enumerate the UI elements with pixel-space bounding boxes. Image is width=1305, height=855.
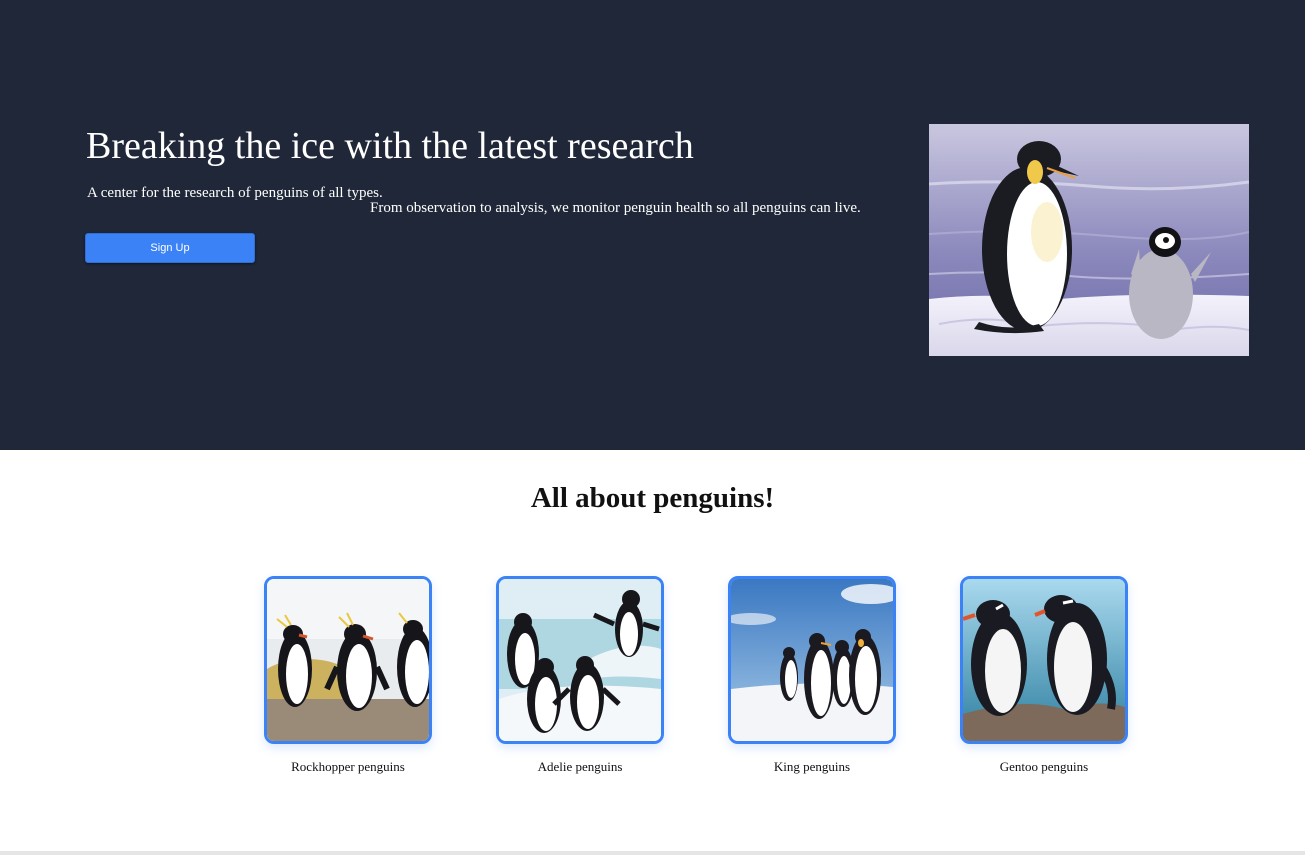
hero-description: From observation to analysis, we monitor… bbox=[370, 200, 861, 216]
penguin-card-adelie[interactable]: Adelie penguins bbox=[496, 576, 664, 775]
section-title: All about penguins! bbox=[530, 482, 775, 514]
penguin-card-rockhopper[interactable]: Rockhopper penguins bbox=[264, 576, 432, 775]
sign-up-button[interactable]: Sign Up bbox=[85, 233, 255, 263]
page-bottom-divider bbox=[0, 851, 1305, 855]
adelie-penguins-image bbox=[499, 579, 661, 741]
hero-section: Breaking the ice with the latest researc… bbox=[0, 0, 1305, 450]
card-label[interactable]: Gentoo penguins bbox=[960, 744, 1128, 775]
rockhopper-penguins-image bbox=[267, 579, 429, 741]
card-label[interactable]: Rockhopper penguins bbox=[264, 744, 432, 775]
hero-title: Breaking the ice with the latest researc… bbox=[86, 125, 694, 167]
hero-penguin-image bbox=[929, 124, 1249, 356]
penguin-card-king[interactable]: King penguins bbox=[728, 576, 896, 775]
gentoo-penguins-image bbox=[963, 579, 1125, 741]
card-image-frame[interactable] bbox=[496, 576, 664, 744]
card-label[interactable]: Adelie penguins bbox=[496, 744, 664, 775]
king-penguins-image bbox=[731, 579, 893, 741]
penguin-card-gentoo[interactable]: Gentoo penguins bbox=[960, 576, 1128, 775]
card-label[interactable]: King penguins bbox=[728, 744, 896, 775]
card-image-frame[interactable] bbox=[264, 576, 432, 744]
card-image-frame[interactable] bbox=[728, 576, 896, 744]
hero-subtitle: A center for the research of penguins of… bbox=[87, 185, 383, 201]
card-image-frame[interactable] bbox=[960, 576, 1128, 744]
